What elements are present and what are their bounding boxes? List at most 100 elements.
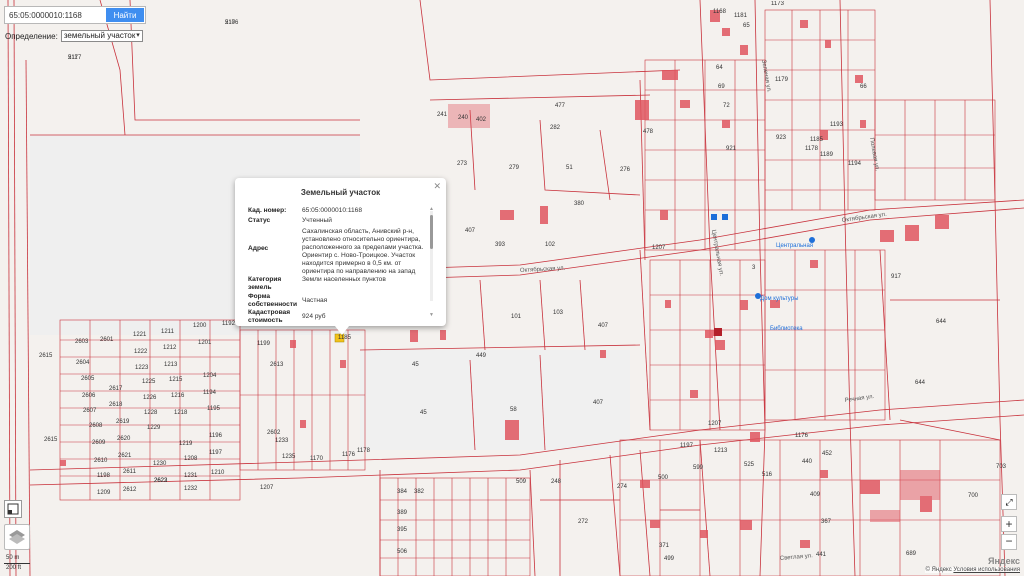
chevron-down-icon: ▾: [136, 32, 140, 39]
plot-number-label: 921: [726, 146, 737, 152]
plot-number-label: 1189: [820, 152, 834, 158]
zoom-out-button[interactable]: −: [1001, 534, 1017, 550]
plot-number-label: 393: [495, 242, 506, 248]
plot-number-label: 1219: [179, 441, 193, 447]
plot-number-label: 506: [397, 549, 408, 555]
layers-button[interactable]: [4, 524, 30, 550]
poi-name-label[interactable]: Дом культуры: [760, 296, 798, 302]
plot-number-label: 103: [553, 310, 564, 316]
plot-number-label: 1215: [169, 377, 183, 383]
zoom-in-button[interactable]: +: [1001, 516, 1017, 532]
plot-number-label: 1229: [147, 425, 161, 431]
plot-number-label: 240: [458, 115, 469, 121]
plot-number-label: 644: [936, 319, 947, 325]
plot-number-label: 407: [593, 400, 604, 406]
plot-number-label: 273: [457, 161, 468, 167]
plot-number-label: 1199: [257, 341, 271, 347]
highlight-building: [714, 328, 722, 336]
plot-number-label: 449: [476, 353, 487, 359]
plot-number-label: 395: [397, 527, 408, 533]
plot-number-label: 1196: [209, 433, 223, 439]
plot-number-label: 1221: [133, 332, 147, 338]
scroll-down-icon[interactable]: ▼: [429, 312, 434, 318]
fullscreen-icon: ⤢: [1005, 497, 1013, 507]
popup-scrollbar[interactable]: [430, 211, 433, 301]
search-input[interactable]: [7, 8, 111, 22]
popup-value: Сахалинская область, Анивский р-н, устан…: [302, 228, 424, 275]
plot-number-label: 1197: [209, 450, 223, 456]
plot-number-label: 282: [550, 125, 561, 131]
plot-number-label: 1233: [275, 438, 289, 444]
bus-stop-icon[interactable]: [711, 214, 717, 220]
plot-number-label: 2608: [89, 423, 103, 429]
attribution-prefix: © Яндекс: [925, 567, 952, 573]
yandex-logo[interactable]: Яндекс: [988, 556, 1020, 566]
plot-number-label: 1228: [144, 410, 158, 416]
plot-number-label: 703: [996, 464, 1007, 470]
plot-number-label: 499: [664, 556, 675, 562]
plot-number-label: 1197: [680, 443, 694, 449]
layers-icon: [9, 530, 25, 544]
plot-number-label: 2607: [83, 408, 97, 414]
plot-number-label: 1200: [193, 323, 207, 329]
popup-scroll-thumb[interactable]: [430, 215, 433, 249]
definition-select[interactable]: земельный участок ▾: [60, 30, 143, 42]
plot-number-label: 1231: [184, 473, 198, 479]
cadastral-map[interactable]: 2176217726152615477241 240 402282273279 51 2…: [0, 0, 1024, 576]
plot-number-label: 452: [822, 451, 833, 457]
popup-key: Кад. номер:: [248, 207, 287, 214]
poi-marker-icon[interactable]: [809, 237, 815, 243]
popup-key: Форма собственности: [248, 293, 298, 308]
plot-number-label: 525: [744, 462, 755, 468]
popup-value: Учтенный: [302, 217, 332, 224]
plot-number-label: 923: [776, 135, 787, 141]
plot-number-label: 1207: [652, 245, 666, 251]
plot-number-label: 241: [437, 112, 448, 118]
plot-number-label: 69: [718, 84, 725, 90]
plot-number-label: 1168: [713, 9, 727, 15]
plot-number-label: 1226: [143, 395, 157, 401]
poi-name-label[interactable]: Библиотека: [770, 326, 803, 332]
plot-number-label: 380: [574, 201, 585, 207]
popup-value: Земли населенных пунктов: [302, 276, 386, 283]
plot-number-label: 1185: [810, 137, 824, 143]
scale-imperial-label: 200 ft: [6, 565, 22, 571]
definition-selected-value: земельный участок: [63, 31, 136, 40]
plot-number-label: 72: [723, 103, 730, 109]
plot-number-label: 1232: [184, 486, 198, 492]
plot-number-label: 1209: [97, 490, 111, 496]
plot-number-label: 478: [643, 129, 654, 135]
popup-value: Частная: [302, 297, 328, 304]
plot-number-label: 2603: [75, 339, 89, 345]
plot-number-label: 1181: [734, 13, 748, 19]
plot-number-label: 2611: [123, 469, 137, 475]
popup-title: Земельный участок: [300, 188, 381, 197]
search-button[interactable]: Найти: [106, 8, 144, 22]
plot-number-label: 1176: [795, 433, 809, 439]
poi-name-label[interactable]: Центральная: [776, 243, 813, 249]
plot-number-label: 409: [810, 492, 821, 498]
popup-pointer: [335, 326, 349, 335]
plot-number-label: 2617: [109, 386, 123, 392]
ruler-button[interactable]: [4, 500, 22, 518]
plot-number-label: 276: [620, 167, 631, 173]
terms-link[interactable]: Условия использования: [953, 567, 1020, 573]
fullscreen-button[interactable]: ⤢: [1001, 494, 1017, 510]
map-canvas[interactable]: 2176 2177 2615 2615 477 241 240 402 282 273 279 51 2…: [0, 0, 1024, 576]
plot-number-label: 1179: [775, 77, 789, 83]
plot-number-label: 1216: [171, 393, 185, 399]
plot-number-label: 1225: [142, 379, 156, 385]
plot-number-label: 689: [906, 551, 917, 557]
poi-marker-icon[interactable]: [755, 293, 761, 299]
plot-number-label: 272: [578, 519, 589, 525]
plot-number-label: 441: [816, 552, 827, 558]
plot-number-label: 1211: [161, 329, 175, 335]
plot-number-label: 2602: [267, 430, 281, 436]
plot-number-label: 66: [860, 84, 867, 90]
plot-number-label: 1213: [714, 448, 728, 454]
plot-number-label: 1195: [207, 406, 221, 412]
plot-number-label: 2623: [154, 478, 168, 484]
plot-number-label: 1207: [708, 421, 722, 427]
bus-stop-icon[interactable]: [722, 214, 728, 220]
plot-number-label: 1176: [342, 452, 356, 458]
